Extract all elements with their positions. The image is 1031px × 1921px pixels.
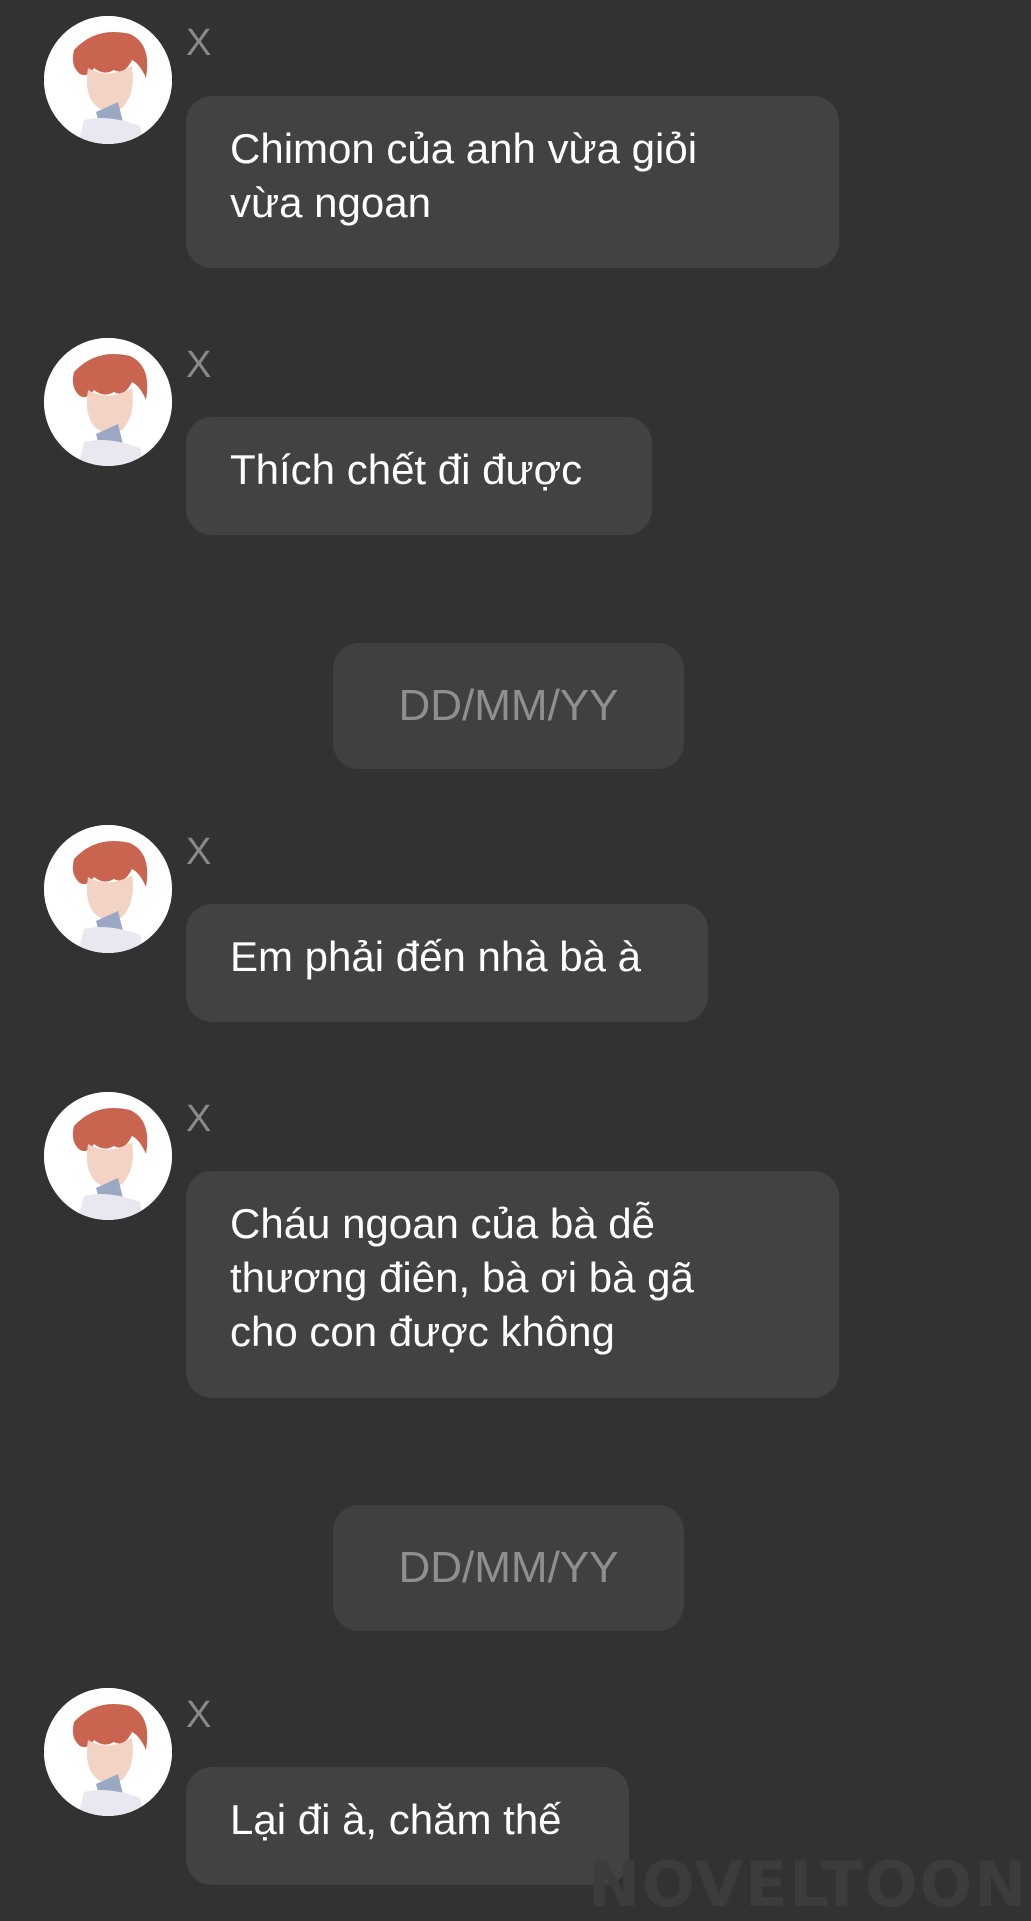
sender-name: X	[186, 831, 212, 873]
avatar-icon[interactable]	[44, 1092, 172, 1220]
message-bubble[interactable]: Chimon của anh vừa giỏi vừa ngoan	[186, 96, 839, 268]
watermark-logo: NOVELTOON	[588, 1848, 1029, 1921]
sender-name: X	[186, 1098, 212, 1140]
message-bubble[interactable]: Cháu ngoan của bà dễ thương điên, bà ơi …	[186, 1171, 839, 1398]
date-separator: DD/MM/YY	[333, 1505, 684, 1631]
date-separator: DD/MM/YY	[333, 643, 684, 769]
avatar-icon[interactable]	[44, 1688, 172, 1816]
message-bubble[interactable]: Lại đi à, chăm thế	[186, 1767, 629, 1885]
sender-name: X	[186, 344, 212, 386]
sender-name: X	[186, 1694, 212, 1736]
sender-name: X	[186, 22, 212, 64]
avatar-icon[interactable]	[44, 825, 172, 953]
message-bubble[interactable]: Em phải đến nhà bà à	[186, 904, 708, 1022]
message-bubble[interactable]: Thích chết đi được	[186, 417, 652, 535]
avatar-icon[interactable]	[44, 16, 172, 144]
avatar-icon[interactable]	[44, 338, 172, 466]
